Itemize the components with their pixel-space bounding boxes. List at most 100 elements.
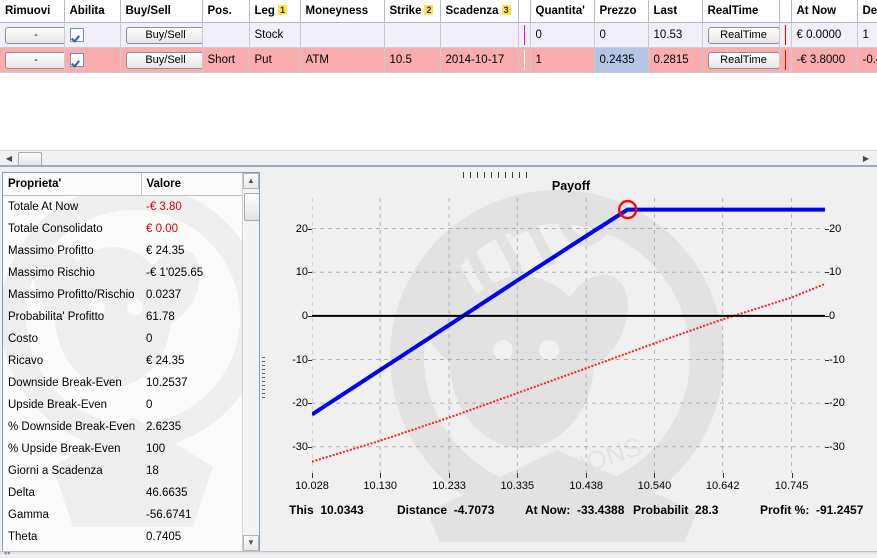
enable-leg-checkbox[interactable] xyxy=(69,27,84,42)
payoff-plot[interactable] xyxy=(312,198,825,473)
property-row[interactable]: Downside Break-Even 10.2537 xyxy=(3,372,259,394)
column-header-last[interactable]: Last xyxy=(648,0,703,23)
column-header-pos[interactable]: Pos. xyxy=(202,0,250,23)
property-name: Massimo Profitto xyxy=(8,245,94,257)
panel-divider xyxy=(0,165,877,167)
property-name: Costo xyxy=(8,333,39,345)
column-header-moneyness[interactable]: Moneyness xyxy=(300,0,385,23)
prezzo-cell: 0 xyxy=(594,22,649,48)
column-header-realtime[interactable]: RealTime xyxy=(702,0,780,23)
column-header-abilita[interactable]: Abilita xyxy=(64,0,121,23)
x-tick-mark xyxy=(654,473,656,478)
property-row[interactable]: Gamma -56.6741 xyxy=(3,504,259,526)
column-header-spacer-13[interactable] xyxy=(779,0,792,23)
property-row[interactable]: Totale At Now -€ 3.80 xyxy=(3,196,259,219)
leg-color-swatch[interactable] xyxy=(523,25,525,45)
status-value: -91.2457 xyxy=(816,503,864,517)
scroll-left-icon[interactable]: ◀ xyxy=(2,151,16,166)
y-axis-tick-left: -20 xyxy=(292,397,308,410)
x-axis-tick-label: 10.745 xyxy=(774,480,809,492)
property-row[interactable]: Probabilita' Profitto 61.78 xyxy=(3,306,259,328)
property-row[interactable]: Costo 0 xyxy=(3,328,259,350)
buy-sell-button[interactable]: Buy/Sell xyxy=(125,26,201,44)
y-axis-right: 20 10 0 -10 -20 -30 xyxy=(825,198,875,473)
properties-header-value[interactable]: Valore xyxy=(141,173,259,196)
buysell-cell: Buy/Sell xyxy=(120,47,203,73)
leg-color-cell xyxy=(518,47,531,73)
property-row[interactable]: % Downside Break-Even 2.6235 xyxy=(3,416,259,438)
remove-cell: - xyxy=(0,22,65,48)
column-header-leg[interactable]: Leg 1 xyxy=(249,0,301,23)
property-row[interactable]: Totale Consolidato € 0.00 xyxy=(3,218,259,240)
leg-color-swatch[interactable] xyxy=(523,50,525,70)
status-value: -33.4388 xyxy=(577,503,625,517)
column-header-at-now[interactable]: At Now xyxy=(791,0,858,23)
column-header-rimuovi[interactable]: Rimuovi xyxy=(0,0,65,23)
remove-leg-button[interactable]: - xyxy=(5,26,63,44)
property-value: € 24.35 xyxy=(146,245,185,257)
chart-title: Payoff xyxy=(551,179,591,193)
table-header-row[interactable]: Rimuovi Abilita Buy/Sell Pos. Leg 1 Moneyness S… xyxy=(0,0,877,23)
property-name: Giorni a Scadenza xyxy=(8,465,103,477)
legs-horizontal-scrollbar[interactable]: ◀ ▶ xyxy=(0,150,877,167)
realtime-cell: RealTime xyxy=(702,22,780,48)
status-color-cell xyxy=(779,22,792,48)
y-tick-mark-right xyxy=(825,228,829,230)
prezzo-cell[interactable]: 0.2435 xyxy=(594,47,649,73)
table-row[interactable]: - Buy/Sell Stock 0 0 10.53 RealTime € 0.0000 1 xyxy=(0,22,877,48)
realtime-button[interactable]: RealTime xyxy=(707,26,778,44)
property-row[interactable]: Giorni a Scadenza 18 xyxy=(3,460,259,482)
properties-header-name[interactable]: Proprieta' xyxy=(3,173,142,196)
legs-table: Rimuovi Abilita Buy/Sell Pos. Leg 1 Moneyness S… xyxy=(0,0,877,155)
y-axis-tick-left: 10 xyxy=(295,266,308,279)
status-label: Profit %: xyxy=(760,503,810,517)
column-header-scadenza[interactable]: Scadenza 3 xyxy=(440,0,519,23)
scrollbar-thumb[interactable] xyxy=(244,193,259,221)
scroll-up-icon[interactable]: ▲ xyxy=(243,173,259,189)
property-row[interactable]: Upside Break-Even 0 xyxy=(3,394,259,416)
status-label: This xyxy=(289,503,314,517)
scroll-right-icon[interactable]: ▶ xyxy=(859,151,873,166)
strike-cell: 10.5 xyxy=(384,47,441,73)
property-row[interactable]: % Upside Break-Even 100 xyxy=(3,438,259,460)
column-header-strike[interactable]: Strike 2 xyxy=(384,0,441,23)
resize-grip-icon[interactable]: ▪▪ xyxy=(4,549,12,558)
property-row[interactable]: Massimo Rischio -€ 1'025.65 xyxy=(3,262,259,284)
window-bottom-rule xyxy=(0,551,877,554)
y-axis-left: 20 10 0 -10 -20 -30 xyxy=(267,198,312,473)
property-row[interactable]: Massimo Profitto € 24.35 xyxy=(3,240,259,262)
status-value: 10.0343 xyxy=(320,503,364,517)
column-header-spacer-8[interactable] xyxy=(518,0,531,23)
property-row[interactable]: Ricavo € 24.35 xyxy=(3,350,259,372)
buy-sell-button[interactable]: Buy/Sell xyxy=(125,51,201,69)
column-header-buy-sell[interactable]: Buy/Sell xyxy=(120,0,203,23)
y-axis-tick-right: 10 xyxy=(829,266,842,279)
column-header-delta[interactable]: Delta xyxy=(857,0,877,23)
property-row[interactable]: Theta 0.7405 xyxy=(3,526,259,548)
x-axis-tick-label: 10.335 xyxy=(500,480,535,492)
property-row[interactable]: Massimo Profitto/Rischio 0.0237 xyxy=(3,284,259,306)
property-value: € 24.35 xyxy=(146,355,185,367)
splitter-grip-icon[interactable] xyxy=(262,357,265,401)
remove-leg-button[interactable]: - xyxy=(5,51,63,69)
at-now-cell: € 0.0000 xyxy=(791,22,858,48)
column-header-quantita[interactable]: Quantita' xyxy=(530,0,595,23)
column-header-label: Rimuovi xyxy=(5,5,51,17)
property-value: -€ 3.80 xyxy=(146,201,182,213)
column-header-label: Strike xyxy=(389,5,422,17)
realtime-button[interactable]: RealTime xyxy=(707,51,778,69)
chart-status-bar: This 10.0343 Distance -4.7073 At Now: -33.… xyxy=(267,503,875,527)
y-axis-tick-right: -10 xyxy=(829,353,845,366)
scadenza-cell: 2014-10-17 xyxy=(440,47,519,73)
property-row[interactable]: Delta 46.6635 xyxy=(3,482,259,504)
property-name: Ricavo xyxy=(8,355,44,367)
enable-leg-checkbox[interactable] xyxy=(69,52,84,67)
table-row[interactable]: - Buy/Sell Short Put ATM 10.5 2014-10-17 1 0.243… xyxy=(0,47,877,73)
property-name: Upside Break-Even xyxy=(8,399,108,411)
chart-drag-handle[interactable] xyxy=(463,172,533,178)
scroll-down-icon[interactable]: ▼ xyxy=(243,535,259,551)
properties-vertical-scrollbar[interactable]: ▲ ▼ xyxy=(242,173,259,551)
leg-cell: Put xyxy=(249,47,301,73)
column-header-prezzo[interactable]: Prezzo xyxy=(594,0,649,23)
panel-splitter[interactable] xyxy=(261,172,266,552)
